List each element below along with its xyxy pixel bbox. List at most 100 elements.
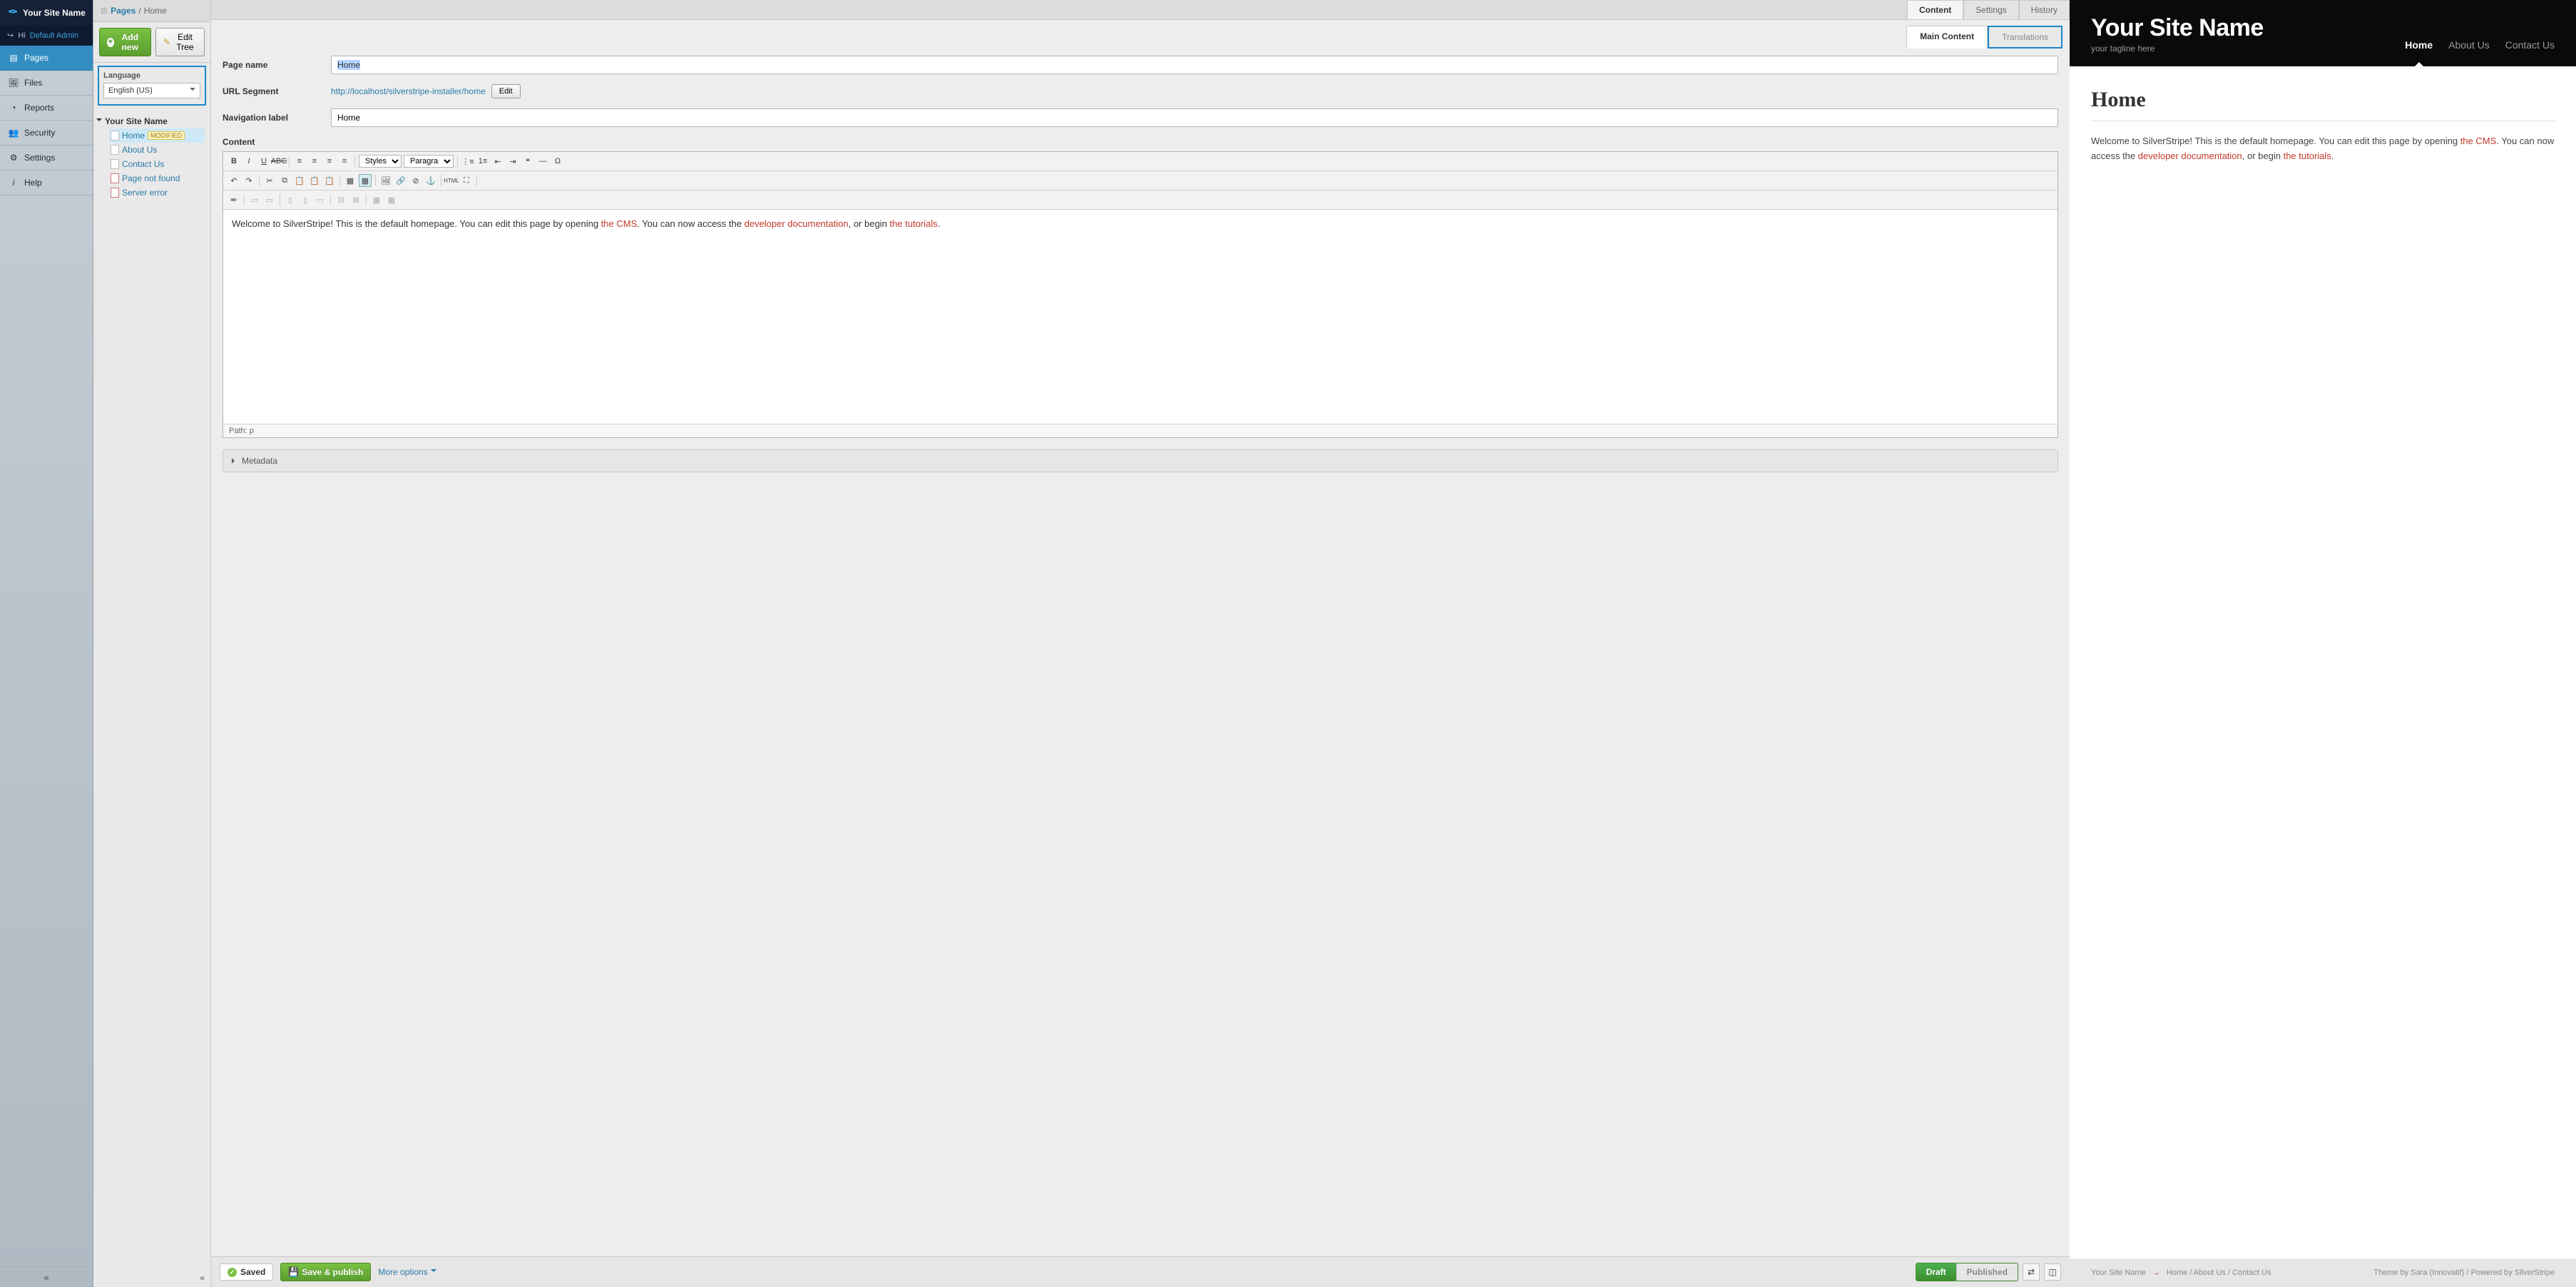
metadata-accordion[interactable]: Metadata [223,449,2058,472]
undo-icon[interactable]: ↶ [228,174,240,187]
paste-word-icon[interactable]: 📋 [323,174,336,187]
metadata-label: Metadata [242,456,277,466]
blockquote-icon[interactable]: ❝ [521,155,534,168]
more-options[interactable]: More options [378,1267,436,1277]
redo-icon[interactable]: ↷ [242,174,255,187]
tab-settings[interactable]: Settings [1963,0,2018,19]
edit-icon[interactable]: ✏ [228,193,240,206]
align-center-icon[interactable]: ≡ [308,155,321,168]
split-view-icon[interactable]: ◫ [2044,1263,2061,1281]
paragraph-select[interactable]: Paragraph [404,155,454,168]
indent-icon[interactable]: ⇥ [506,155,519,168]
draft-pill[interactable]: Draft [1916,1263,1956,1281]
nav-pages[interactable]: ▤ Pages [0,46,93,71]
strike-icon[interactable]: ABC [272,155,285,168]
table-delete-row-icon[interactable]: ▭ [314,193,327,206]
footer-link-about[interactable]: About Us [2194,1268,2226,1277]
tree-collapse[interactable]: « [200,1273,205,1283]
nav-reports[interactable]: ◔ Reports [0,96,93,121]
nav-help[interactable]: i Help [0,171,93,195]
table-props-icon[interactable]: ▦ [370,193,383,206]
nav-security[interactable]: 👥 Security [0,121,93,146]
styles-select[interactable]: Styles [359,155,402,168]
preview-tagline: your tagline here [2091,44,2264,54]
preview-nav-home[interactable]: Home [2405,39,2433,54]
preview-nav-about[interactable]: About Us [2448,39,2490,54]
reports-icon: ◔ [9,103,19,113]
subtab-translations[interactable]: Translations [1988,26,2063,49]
underline-icon[interactable]: U [257,155,270,168]
footer-link-contact[interactable]: Contact Us [2232,1268,2271,1277]
table-col-before-icon[interactable]: ▯ [284,193,297,206]
italic-icon[interactable]: I [242,155,255,168]
link-icon[interactable]: 🔗 [394,174,407,187]
status-toggle[interactable]: Draft Published [1916,1263,2018,1281]
image-icon[interactable]: 🖼 [379,174,392,187]
nav-files[interactable]: 🖼 Files [0,71,93,96]
table-delete-icon[interactable]: ▦ [385,193,398,206]
page-icon [111,173,119,183]
table-row-after-icon[interactable]: ▭ [263,193,276,206]
tree-item-about[interactable]: About Us [109,143,205,157]
anchor-icon[interactable]: ⚓ [424,174,437,187]
paste-text-icon[interactable]: 📋 [308,174,321,187]
align-right-icon[interactable]: ≡ [323,155,336,168]
omega-icon[interactable]: Ω [551,155,564,168]
tree-item-contact[interactable]: Contact Us [109,157,205,171]
footer-link-home[interactable]: Home [2167,1268,2187,1277]
save-publish-button[interactable]: 💾 Save & publish [280,1263,371,1281]
align-left-icon[interactable]: ≡ [293,155,306,168]
language-label: Language [103,71,200,80]
tab-history[interactable]: History [2019,0,2070,19]
add-new-button[interactable]: + Add new [99,28,151,56]
preview-link-cms[interactable]: the CMS [2460,136,2497,146]
url-edit-button[interactable]: Edit [491,84,521,98]
preview-link-docs[interactable]: developer documentation [2138,151,2242,161]
preview-link-tutorials[interactable]: the tutorials [2284,151,2331,161]
ol-icon[interactable]: 1≡ [476,155,489,168]
table-col-after-icon[interactable]: ▯ [299,193,312,206]
sidebar-collapse[interactable]: « [0,1266,93,1287]
bold-icon[interactable]: B [228,155,240,168]
nav-label-input[interactable] [331,108,2058,127]
url-segment-link[interactable]: http://localhost/silverstripe-installer/… [331,86,486,96]
preview-nav-contact[interactable]: Contact Us [2505,39,2555,54]
breadcrumb-sep: / [138,6,140,16]
tree-item-notfound[interactable]: Page not found [109,171,205,185]
table-row-before-icon[interactable]: ▭ [248,193,261,206]
logout-icon[interactable]: ↪ [7,31,14,40]
rte-link-cms[interactable]: the CMS [601,218,638,229]
language-select[interactable]: English (US) [103,83,200,98]
user-name-link[interactable]: Default Admin [30,31,78,40]
align-justify-icon[interactable]: ≡ [338,155,351,168]
hr-icon[interactable]: — [536,155,549,168]
breadcrumb-section[interactable]: Pages [111,6,136,16]
ul-icon[interactable]: ⋮≡ [461,155,474,168]
rte-content[interactable]: Welcome to SilverStripe! This is the def… [223,210,2058,424]
table-split-icon[interactable]: ⊟ [334,193,347,206]
paste-icon[interactable]: 📋 [293,174,306,187]
copy-icon[interactable]: ⧉ [278,174,291,187]
select-all-icon[interactable]: ▦ [344,174,357,187]
tree-root[interactable]: Your Site Name [96,114,205,128]
pages-icon: ▤ [9,53,19,63]
logo-icon [7,6,19,19]
cut-icon[interactable]: ✂ [263,174,276,187]
rte-link-docs[interactable]: developer documentation [745,218,849,229]
edit-tree-button[interactable]: ✎ Edit Tree [155,28,205,56]
nav-settings[interactable]: ⚙ Settings [0,146,93,171]
published-pill[interactable]: Published [1956,1263,2018,1281]
fullscreen-icon[interactable]: ⛶ [460,174,473,187]
unlink-icon[interactable]: ⊘ [409,174,422,187]
tree-item-error[interactable]: Server error [109,185,205,200]
visual-aid-icon[interactable]: ▦ [359,174,372,187]
table-merge-icon[interactable]: ⊞ [349,193,362,206]
page-name-input[interactable]: Home [331,56,2058,74]
subtab-main-content[interactable]: Main Content [1906,26,1988,49]
tab-content[interactable]: Content [1907,0,1963,19]
tree-item-home[interactable]: Home MODIFIED [109,128,205,143]
outdent-icon[interactable]: ⇤ [491,155,504,168]
html-icon[interactable]: HTML [445,174,458,187]
rte-link-tutorials[interactable]: the tutorials [889,218,937,229]
swap-icon[interactable]: ⇄ [2023,1263,2040,1281]
